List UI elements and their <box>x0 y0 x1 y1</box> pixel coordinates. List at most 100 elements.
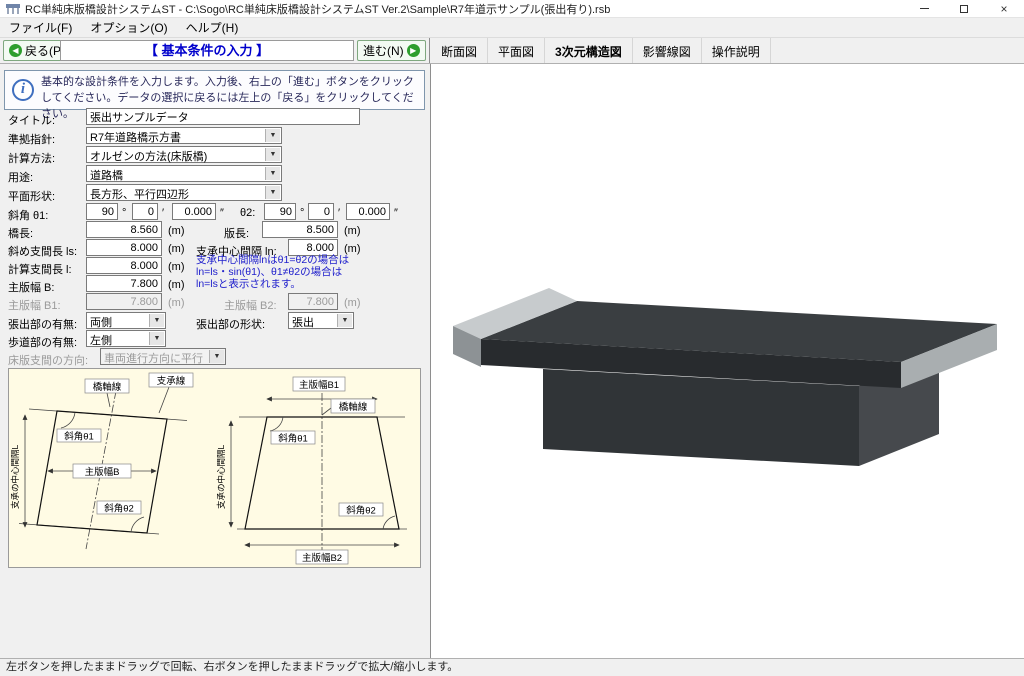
skew-span-input[interactable] <box>86 239 162 256</box>
theta1-deg-unit: ° <box>122 207 126 219</box>
sidewalk-label: 歩道部の有無: <box>8 334 77 350</box>
bridge-length-input[interactable] <box>86 221 162 238</box>
view-tabs: 断面図 平面図 3次元構造図 影響線図 操作説明 <box>431 38 771 63</box>
main-width-b2-label: 主版幅 B2: <box>224 297 277 313</box>
slab-span-dir-select: 車両進行方向に平行▼ <box>100 348 226 365</box>
tab-3d-structure-view[interactable]: 3次元構造図 <box>545 38 633 63</box>
guideline-select[interactable]: R7年道路橋示方書 ▼ <box>86 127 282 144</box>
theta2-deg-input[interactable] <box>264 203 296 220</box>
tab-help-view[interactable]: 操作説明 <box>702 38 771 63</box>
sidewalk-select[interactable]: 左側 ▼ <box>86 330 166 347</box>
guideline-value: R7年道路橋示方書 <box>90 129 181 145</box>
usage-value: 道路橋 <box>90 167 123 183</box>
main-width-b1-diagram-label: 主版幅B1 <box>299 379 339 391</box>
skew-span-label: 斜め支間長 ls: <box>8 243 77 259</box>
maximize-icon <box>960 5 968 13</box>
main-width-label: 主版幅 B: <box>8 279 54 295</box>
next-button[interactable]: 進む(N) ▶ <box>357 40 426 61</box>
bearing-span-diagram-label: 支承の中心間隔L <box>10 444 20 509</box>
theta1-sec-unit: ″ <box>220 207 224 219</box>
overhang-shape-value: 張出 <box>292 314 314 330</box>
view-panel <box>430 64 1024 658</box>
menu-options[interactable]: オプション(O) <box>81 17 176 38</box>
sidewalk-value: 左側 <box>90 332 112 348</box>
slab-span-dir-value: 車両進行方向に平行 <box>104 350 203 366</box>
tab-influence-line-view[interactable]: 影響線図 <box>633 38 702 63</box>
slab-span-dir-label: 床版支間の方向: <box>8 352 88 368</box>
theta2-min-unit: ′ <box>338 207 340 219</box>
bridge-length-label: 橋長: <box>8 225 33 241</box>
close-button[interactable]: × <box>984 0 1024 18</box>
bearing-span-diagram-label: 支承の中心間隔L <box>216 444 226 509</box>
theta1-diagram-label: 斜角θ1 <box>64 431 94 443</box>
main-width-input[interactable] <box>86 275 162 292</box>
chevron-down-icon: ▼ <box>337 314 352 327</box>
method-select[interactable]: オルゼンの方法(床版橋)▼ <box>86 146 282 163</box>
chevron-down-icon: ▼ <box>265 167 280 180</box>
overhang-shape-label: 張出部の形状: <box>196 316 265 332</box>
next-arrow-icon: ▶ <box>407 44 420 57</box>
bearing-note-line3: ln=lsと表示されます。 <box>196 276 301 291</box>
bearing-line-label: 支承線 <box>157 375 186 387</box>
theta2-deg-unit: ° <box>300 207 304 219</box>
main-width-b2-diagram-label: 主版幅B2 <box>302 552 342 564</box>
plan-shape-diagram: 橋軸線 支承線 斜角θ1 斜角θ2 主版幅B 支承の中心間隔L <box>8 368 421 568</box>
app-icon <box>6 2 20 16</box>
title-bar: RC単純床版橋設計システムST - C:\Sogo\RC単純床版橋設計システムS… <box>0 0 1024 18</box>
chevron-down-icon: ▼ <box>265 129 280 142</box>
menu-bar: ファイル(F) オプション(O) ヘルプ(H) <box>0 18 1024 38</box>
maximize-button[interactable] <box>944 0 984 18</box>
input-panel: i 基本的な設計条件を入力します。入力後、右上の「進む」ボタンをクリックしてくだ… <box>0 64 430 658</box>
plan-shape-select[interactable]: 長方形、平行四辺形▼ <box>86 184 282 201</box>
status-text: 左ボタンを押したままドラッグで回転、右ボタンを押したままドラッグで拡大/縮小しま… <box>6 661 458 673</box>
axis-line-label: 橋軸線 <box>339 401 368 413</box>
slab-length-label: 版長: <box>224 225 249 241</box>
main-width-b1-unit: (m) <box>168 297 185 309</box>
menu-help[interactable]: ヘルプ(H) <box>177 17 248 38</box>
main-width-b1-input <box>86 293 162 310</box>
usage-select[interactable]: 道路橋 ▼ <box>86 165 282 182</box>
main-width-unit: (m) <box>168 279 185 291</box>
plan-diagram-right-labels: 主版幅B1 橋軸線 斜角θ1 斜角θ2 主版幅B2 支承の中心間隔L <box>216 377 383 564</box>
calc-span-label: 計算支間長 l: <box>8 261 72 277</box>
left-toolbar: ◀ 戻る(P) 【 基本条件の入力 】 進む(N) ▶ <box>0 38 430 63</box>
plan-diagram-right <box>231 393 407 551</box>
theta2-sec-unit: ″ <box>394 207 398 219</box>
calc-span-unit: (m) <box>168 261 185 273</box>
theta2-min-input[interactable] <box>308 203 334 220</box>
structure-3d-view[interactable] <box>431 64 1024 657</box>
plan-diagram-left-labels: 橋軸線 支承線 斜角θ1 斜角θ2 主版幅B 支承の中心間隔L <box>10 373 193 515</box>
title-input[interactable] <box>86 108 360 125</box>
back-button-label: 戻る(P) <box>25 42 65 59</box>
slab-length-input[interactable] <box>262 221 338 238</box>
tab-section-view[interactable]: 断面図 <box>431 38 488 63</box>
main-width-diagram-label: 主版幅B <box>85 466 120 478</box>
guideline-label: 準拠指針: <box>8 131 55 147</box>
overhang-value: 両側 <box>90 314 112 330</box>
minimize-button[interactable] <box>904 0 944 18</box>
toolbar-row: ◀ 戻る(P) 【 基本条件の入力 】 進む(N) ▶ 断面図 平面図 3次元構… <box>0 38 1024 64</box>
theta2-sec-input[interactable] <box>346 203 390 220</box>
back-arrow-icon: ◀ <box>9 44 22 57</box>
skew-theta1-label: 斜角 θ1: <box>8 207 48 223</box>
overhang-shape-select[interactable]: 張出 ▼ <box>288 312 354 329</box>
theta1-sec-input[interactable] <box>172 203 216 220</box>
title-label: タイトル: <box>8 112 55 128</box>
page-title: 【 基本条件の入力 】 <box>60 40 354 61</box>
method-value: オルゼンの方法(床版橋) <box>90 148 207 164</box>
menu-file[interactable]: ファイル(F) <box>0 17 81 38</box>
theta1-min-input[interactable] <box>132 203 158 220</box>
theta1-min-unit: ′ <box>162 207 164 219</box>
window-title: RC単純床版橋設計システムST - C:\Sogo\RC単純床版橋設計システムS… <box>25 1 904 17</box>
overhang-select[interactable]: 両側▼ <box>86 312 166 329</box>
info-icon: i <box>12 79 34 101</box>
theta2-diagram-label: 斜角θ2 <box>104 503 134 515</box>
axis-line-label: 橋軸線 <box>93 381 122 393</box>
theta1-deg-input[interactable] <box>86 203 118 220</box>
calc-span-input[interactable] <box>86 257 162 274</box>
skew-span-unit: (m) <box>168 243 185 255</box>
tab-plan-view[interactable]: 平面図 <box>488 38 545 63</box>
chevron-down-icon: ▼ <box>149 332 164 345</box>
window-controls: × <box>904 0 1024 18</box>
method-label: 計算方法: <box>8 150 55 166</box>
